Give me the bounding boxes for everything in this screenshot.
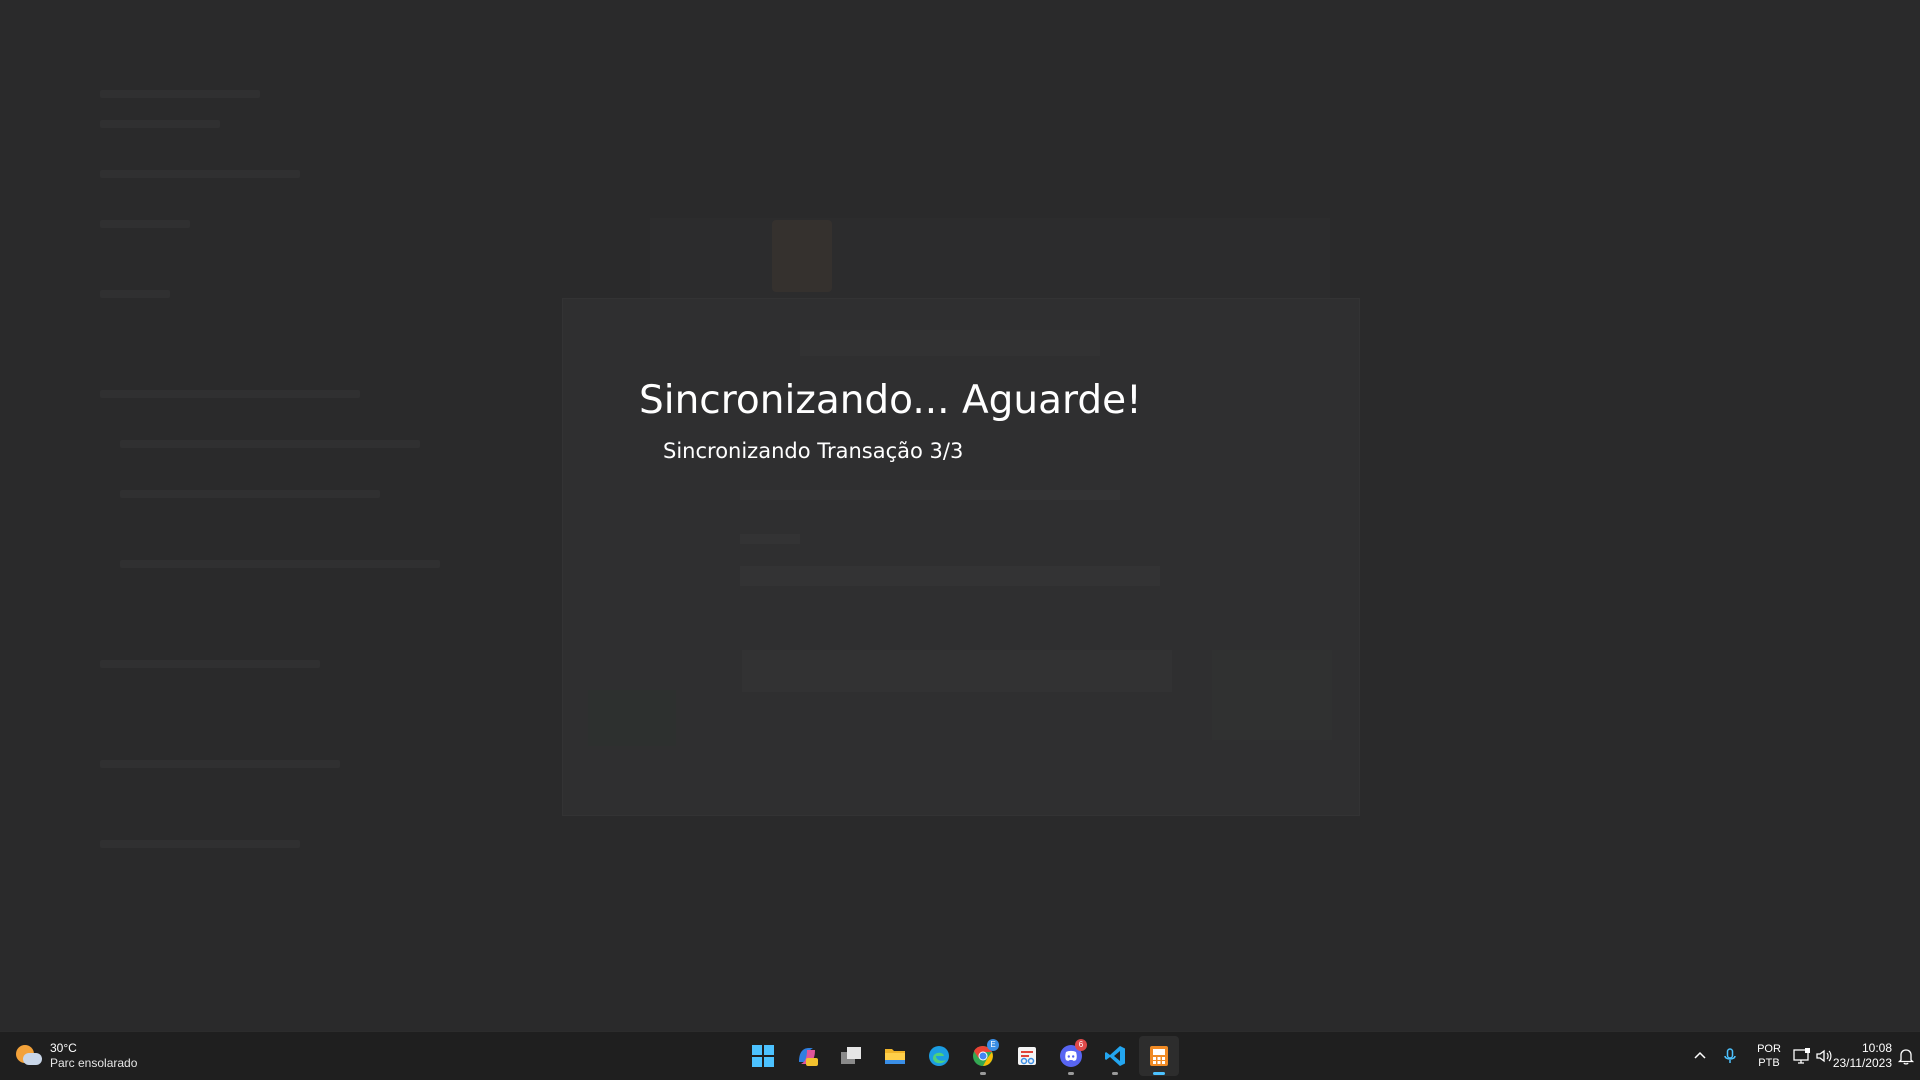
copilot-button[interactable]: [787, 1036, 827, 1076]
vscode-icon: [1105, 1046, 1125, 1066]
edge-button[interactable]: [919, 1036, 959, 1076]
background-line: [120, 560, 440, 568]
background-line: [100, 120, 220, 128]
discord-button[interactable]: 6: [1051, 1036, 1091, 1076]
background-line: [100, 290, 170, 298]
copilot-icon: [799, 1048, 818, 1066]
folder-icon: [885, 1049, 905, 1064]
background-form-line: [740, 534, 800, 544]
clock[interactable]: 10:08 23/11/2023: [1830, 1041, 1892, 1071]
background-illustration: [588, 690, 676, 746]
clock-date: 23/11/2023: [1832, 1056, 1892, 1070]
background-illustration: [1212, 650, 1332, 740]
background-line: [100, 90, 260, 98]
language-code: POR: [1757, 1043, 1781, 1055]
file-explorer-button[interactable]: [875, 1036, 915, 1076]
clock-time: 10:08: [1861, 1041, 1892, 1055]
windows-start-icon: [752, 1045, 774, 1067]
language-indicator[interactable]: POR PTB: [1754, 1042, 1784, 1070]
edge-icon: [929, 1046, 949, 1066]
sync-status-text: Sincronizando Transação 3/3: [663, 439, 964, 463]
network-button[interactable]: [1792, 1046, 1812, 1066]
active-indicator: [1153, 1072, 1165, 1075]
notifications-button[interactable]: [1896, 1046, 1916, 1066]
background-line: [120, 440, 420, 448]
snipping-tool-icon: [1018, 1047, 1036, 1065]
start-button[interactable]: [743, 1036, 783, 1076]
vscode-button[interactable]: [1095, 1036, 1135, 1076]
task-view-icon: [841, 1047, 861, 1064]
dimmed-background: [0, 0, 1920, 1032]
background-line: [100, 760, 340, 768]
running-indicator: [980, 1072, 986, 1075]
microphone-icon: [1724, 1048, 1736, 1063]
weather-widget[interactable]: 30°C Parc ensolarado: [14, 1040, 137, 1072]
bell-icon: [1897, 1049, 1915, 1065]
background-greeting-shape: [800, 330, 1100, 356]
chrome-button[interactable]: E: [963, 1036, 1003, 1076]
background-sidebar: [60, 60, 540, 1020]
background-line: [100, 840, 300, 848]
pdv-app-button[interactable]: [1139, 1036, 1179, 1076]
background-button: [742, 650, 1172, 692]
running-indicator: [1112, 1072, 1118, 1075]
partly-sunny-icon: [14, 1042, 42, 1070]
task-view-button[interactable]: [831, 1036, 871, 1076]
background-form-line: [740, 490, 1120, 500]
background-line: [100, 390, 360, 398]
background-line: [100, 170, 300, 178]
sync-title: Sincronizando... Aguarde!: [639, 378, 1142, 423]
background-form-field: [740, 566, 1160, 586]
network-icon: [1793, 1048, 1810, 1064]
weather-description: Parc ensolarado: [50, 1056, 138, 1070]
show-hidden-icons-button[interactable]: [1690, 1046, 1710, 1066]
running-indicator: [1068, 1072, 1074, 1075]
background-line: [100, 220, 190, 228]
chrome-badge: E: [987, 1039, 999, 1051]
background-line: [100, 660, 320, 668]
weather-temperature: 30°C: [50, 1041, 77, 1055]
taskbar-apps: E 6: [743, 1036, 1179, 1076]
background-line: [120, 490, 380, 498]
microphone-button[interactable]: [1720, 1046, 1740, 1066]
background-logo: [772, 220, 832, 292]
snipping-tool-button[interactable]: [1007, 1036, 1047, 1076]
keyboard-layout-code: PTB: [1758, 1057, 1780, 1069]
taskbar: 30°C Parc ensolarado E 6 POR PTB 10:08 2…: [0, 1031, 1920, 1080]
pdv-app-icon: [1150, 1046, 1168, 1066]
background-header: [650, 218, 1330, 298]
chevron-up-icon: [1694, 1051, 1706, 1059]
discord-badge: 6: [1075, 1039, 1087, 1051]
